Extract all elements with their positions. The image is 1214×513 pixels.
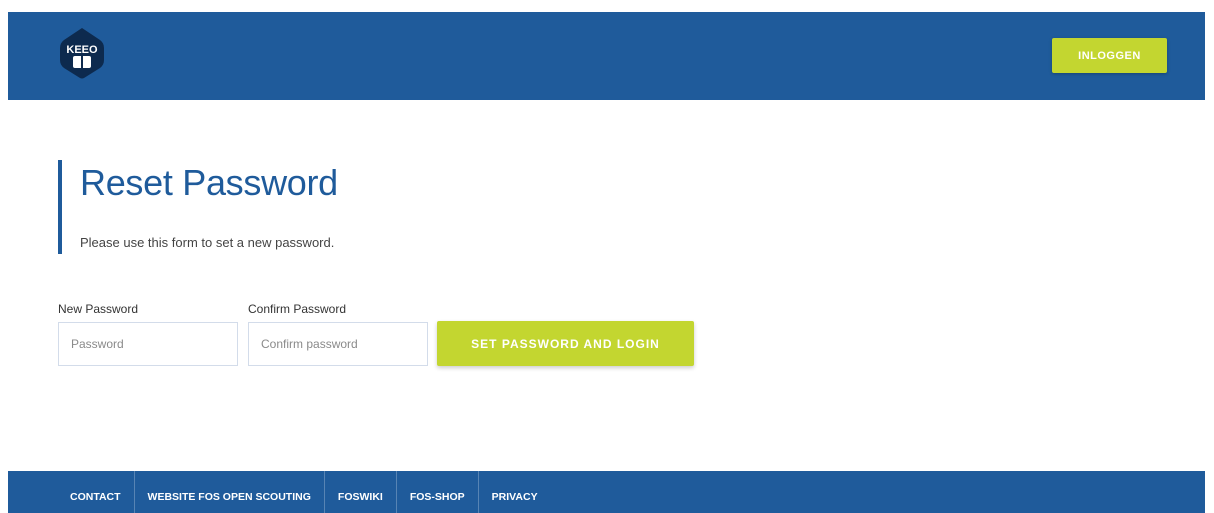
page-subtitle: Please use this form to set a new passwo…: [80, 235, 335, 250]
title-accent-bar: [58, 160, 62, 254]
set-password-and-login-button[interactable]: SET PASSWORD AND LOGIN: [437, 321, 694, 366]
new-password-input[interactable]: [58, 322, 238, 366]
keeo-logo-icon: KEEO: [60, 28, 104, 79]
footer-nav: CONTACT WEBSITE FOS OPEN SCOUTING FOSWIK…: [8, 471, 1205, 513]
login-button[interactable]: INLOGGEN: [1052, 38, 1167, 73]
footer-link-foswiki[interactable]: FOSWIKI: [325, 471, 397, 513]
keeo-logo[interactable]: KEEO: [60, 26, 104, 80]
page: KEEO INLOGGEN Reset Password Please use …: [0, 0, 1214, 513]
page-title: Reset Password: [80, 162, 338, 203]
confirm-password-input[interactable]: [248, 322, 428, 366]
new-password-label: New Password: [58, 302, 139, 316]
footer-link-fos-shop[interactable]: FOS-SHOP: [397, 471, 479, 513]
confirm-password-label: Confirm Password: [248, 302, 347, 316]
footer-link-contact[interactable]: CONTACT: [58, 471, 135, 513]
footer-link-privacy[interactable]: PRIVACY: [479, 471, 551, 513]
svg-text:KEEO: KEEO: [66, 44, 98, 56]
top-header: KEEO INLOGGEN: [8, 12, 1205, 100]
footer-link-website-fos[interactable]: WEBSITE FOS OPEN SCOUTING: [135, 471, 325, 513]
